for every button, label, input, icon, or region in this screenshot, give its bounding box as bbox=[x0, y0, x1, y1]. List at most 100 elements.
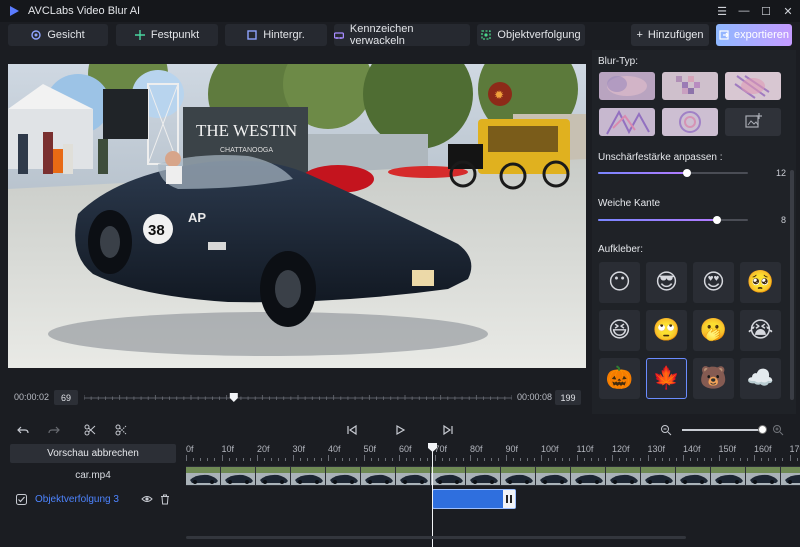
export-button[interactable]: exportieren bbox=[716, 24, 792, 46]
sticker-8[interactable]: 🎃 bbox=[599, 358, 640, 399]
strength-slider[interactable]: 12 bbox=[598, 168, 786, 178]
video-preview[interactable]: THE WESTIN CHATTANOOGA ✹ 38 AP bbox=[8, 64, 586, 368]
zoom-slider-knob[interactable] bbox=[758, 425, 767, 434]
blur-type-swirl[interactable] bbox=[662, 108, 718, 136]
current-frame-badge[interactable]: 69 bbox=[54, 390, 78, 405]
zoom-slider[interactable] bbox=[682, 429, 764, 431]
sticker-0[interactable]: 😶 bbox=[599, 262, 640, 303]
filmstrip-frame bbox=[746, 467, 781, 485]
menu-icon[interactable]: ☰ bbox=[711, 0, 733, 22]
eye-icon[interactable] bbox=[141, 494, 153, 504]
blur-type-mosaic[interactable] bbox=[662, 72, 718, 100]
split-icon[interactable] bbox=[82, 422, 98, 438]
sticker-glyph: 😭 bbox=[747, 318, 774, 343]
track-row[interactable]: Objektverfolgung 3 bbox=[10, 489, 176, 509]
ruler-tick bbox=[583, 458, 585, 461]
sticker-7[interactable]: 😭 bbox=[740, 310, 781, 351]
ruler-tick bbox=[725, 458, 727, 461]
sticker-1[interactable]: 😎 bbox=[646, 262, 687, 303]
cancel-preview-button[interactable]: Vorschau abbrechen bbox=[10, 444, 176, 463]
sticker-4[interactable]: 😆 bbox=[599, 310, 640, 351]
svg-text:THE WESTIN: THE WESTIN bbox=[196, 121, 297, 140]
plate-blur-mode-button[interactable]: Kennzeichen verwackeln bbox=[334, 23, 470, 47]
ruler-tick bbox=[278, 458, 280, 461]
ruler-tick bbox=[484, 458, 486, 461]
soft-edge-slider-knob[interactable] bbox=[712, 216, 721, 224]
filmstrip-frame bbox=[221, 467, 256, 485]
ruler-tick bbox=[200, 458, 202, 461]
play-icon[interactable] bbox=[392, 422, 408, 438]
blur-type-crystal[interactable] bbox=[599, 108, 655, 136]
title-bar: AVCLabs Video Blur AI ☰ — ☐ ✕ bbox=[0, 0, 800, 22]
trash-icon[interactable] bbox=[160, 494, 170, 505]
filmstrip-frame bbox=[536, 467, 571, 485]
sticker-5[interactable]: 🙄 bbox=[646, 310, 687, 351]
sticker-6[interactable]: 🫢 bbox=[693, 310, 734, 351]
end-frame-badge[interactable]: 199 bbox=[555, 390, 581, 405]
scrub-timeline[interactable] bbox=[84, 393, 512, 403]
previous-frame-icon[interactable] bbox=[344, 422, 360, 438]
ruler-tick bbox=[491, 458, 493, 461]
filmstrip-frame bbox=[711, 467, 746, 485]
blur-type-glass[interactable] bbox=[725, 72, 781, 100]
maximize-icon[interactable]: ☐ bbox=[755, 0, 777, 22]
ruler-tick bbox=[718, 455, 720, 461]
cut-icon[interactable] bbox=[113, 422, 129, 438]
redo-icon[interactable] bbox=[46, 422, 62, 438]
filmstrip-frame bbox=[256, 467, 291, 485]
timeline-ruler[interactable]: 0f 10f 20f 30f 40f 50f 60f 70f 80f 90f 100f 110f 120… bbox=[182, 442, 800, 462]
filmstrip-frame bbox=[781, 467, 800, 485]
filmstrip-frame bbox=[606, 467, 641, 485]
track-checkbox[interactable] bbox=[16, 493, 27, 505]
ruler-tick bbox=[249, 458, 251, 461]
ruler-tick bbox=[612, 455, 613, 461]
next-frame-icon[interactable] bbox=[440, 422, 456, 438]
ruler-tick bbox=[526, 458, 528, 461]
ruler-tick bbox=[768, 458, 770, 461]
ruler-tick bbox=[562, 458, 564, 461]
car-plate-icon bbox=[334, 32, 344, 39]
ruler-tick bbox=[626, 458, 628, 461]
ruler-label: 120f bbox=[612, 444, 630, 454]
ruler-tick bbox=[711, 458, 713, 461]
ruler-tick bbox=[335, 458, 337, 461]
zoom-in-icon[interactable] bbox=[770, 422, 786, 438]
timeline-playhead-handle[interactable] bbox=[428, 443, 437, 452]
soft-edge-label: Weiche Kante bbox=[598, 198, 661, 209]
filmstrip-frame bbox=[466, 467, 501, 485]
track-name[interactable]: Objektverfolgung 3 bbox=[35, 494, 119, 505]
sticker-9[interactable]: 🍁 bbox=[646, 358, 687, 399]
segment-pause-icon[interactable] bbox=[503, 490, 515, 508]
ruler-tick bbox=[292, 455, 294, 461]
add-button-label: Hinzufügen bbox=[647, 29, 704, 41]
close-icon[interactable]: ✕ bbox=[777, 0, 799, 22]
scrub-playhead[interactable] bbox=[229, 393, 238, 402]
sticker-2[interactable]: 😍 bbox=[693, 262, 734, 303]
sticker-10[interactable]: 🐻 bbox=[693, 358, 734, 399]
timeline-horizontal-scrollbar[interactable] bbox=[186, 536, 686, 539]
sticker-3[interactable]: 🥺 bbox=[740, 262, 781, 303]
blur-type-soft[interactable] bbox=[599, 72, 655, 100]
ruler-tick bbox=[370, 458, 372, 461]
timeline-playhead-line[interactable] bbox=[432, 448, 433, 547]
filmstrip-frame bbox=[571, 467, 606, 485]
ruler-tick bbox=[413, 458, 415, 461]
ruler-label: 160f bbox=[754, 444, 772, 454]
fixed-point-mode-button[interactable]: Festpunkt bbox=[116, 24, 218, 46]
minimize-icon[interactable]: — bbox=[733, 0, 755, 22]
tracking-blur-segment[interactable] bbox=[432, 489, 516, 509]
object-tracking-mode-button[interactable]: Objektverfolgung bbox=[477, 24, 585, 46]
ruler-tick bbox=[661, 458, 663, 461]
zoom-out-icon[interactable] bbox=[658, 422, 674, 438]
right-panel-scrollbar[interactable] bbox=[790, 170, 794, 400]
ruler-tick bbox=[207, 458, 209, 461]
video-filmstrip[interactable] bbox=[186, 466, 800, 486]
face-mode-button[interactable]: Gesicht bbox=[8, 24, 108, 46]
background-mode-button[interactable]: Hintergr. bbox=[225, 24, 327, 46]
undo-icon[interactable] bbox=[15, 422, 31, 438]
add-image-button[interactable] bbox=[725, 108, 781, 136]
sticker-11[interactable]: ☁️ bbox=[740, 358, 781, 399]
strength-slider-knob[interactable] bbox=[682, 169, 691, 177]
soft-edge-slider[interactable]: 8 bbox=[598, 215, 786, 225]
add-button[interactable]: + Hinzufügen bbox=[631, 24, 709, 46]
